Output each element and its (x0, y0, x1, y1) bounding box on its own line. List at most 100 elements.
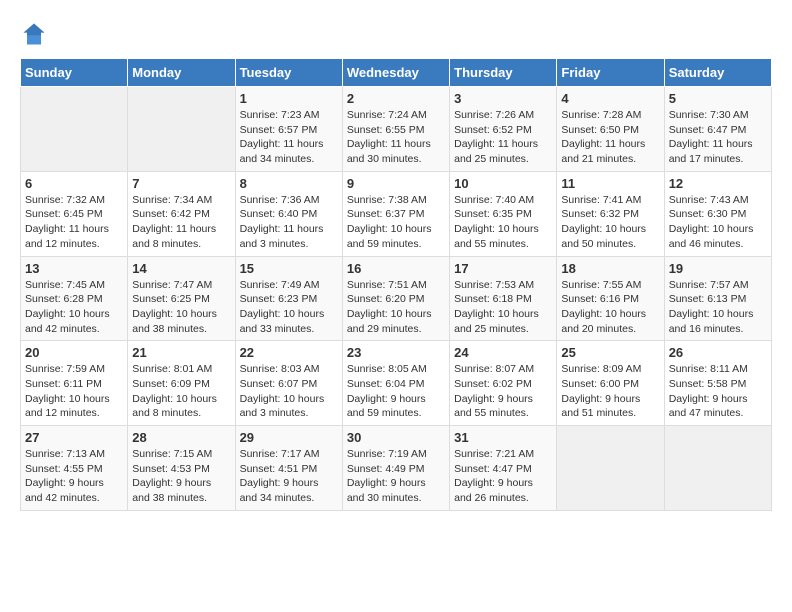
day-cell: 23 Sunrise: 8:05 AM Sunset: 6:04 PM Dayli… (342, 341, 449, 426)
day-cell: 10 Sunrise: 7:40 AM Sunset: 6:35 PM Dayli… (450, 171, 557, 256)
day-cell: 4 Sunrise: 7:28 AM Sunset: 6:50 PM Daylig… (557, 87, 664, 172)
day-cell: 18 Sunrise: 7:55 AM Sunset: 6:16 PM Dayli… (557, 256, 664, 341)
day-info: Sunrise: 8:03 AM Sunset: 6:07 PM Dayligh… (240, 362, 338, 421)
day-number: 3 (454, 91, 552, 106)
day-cell: 20Sunrise: 7:59 AM Sunset: 6:11 PM Dayli… (21, 341, 128, 426)
day-info: Sunrise: 7:38 AM Sunset: 6:37 PM Dayligh… (347, 193, 445, 252)
day-cell (664, 426, 771, 511)
day-info: Sunrise: 8:11 AM Sunset: 5:58 PM Dayligh… (669, 362, 767, 421)
day-info: Sunrise: 7:32 AM Sunset: 6:45 PM Dayligh… (25, 193, 123, 252)
day-cell (557, 426, 664, 511)
day-number: 30 (347, 430, 445, 445)
week-row-3: 13 Sunrise: 7:45 AM Sunset: 6:28 PM Dayli… (21, 256, 772, 341)
day-number: 4 (561, 91, 659, 106)
column-header-saturday: Saturday (664, 59, 771, 87)
day-info: Sunrise: 7:36 AM Sunset: 6:40 PM Dayligh… (240, 193, 338, 252)
day-cell: 21 Sunrise: 8:01 AM Sunset: 6:09 PM Dayli… (128, 341, 235, 426)
day-cell (21, 87, 128, 172)
day-cell: 5Sunrise: 7:30 AM Sunset: 6:47 PM Daylig… (664, 87, 771, 172)
day-cell: 31Sunrise: 7:21 AM Sunset: 4:47 PM Dayli… (450, 426, 557, 511)
day-number: 26 (669, 345, 767, 360)
column-header-tuesday: Tuesday (235, 59, 342, 87)
week-row-1: 1 Sunrise: 7:23 AM Sunset: 6:57 PM Daylig… (21, 87, 772, 172)
day-info: Sunrise: 7:34 AM Sunset: 6:42 PM Dayligh… (132, 193, 230, 252)
day-cell: 13 Sunrise: 7:45 AM Sunset: 6:28 PM Dayli… (21, 256, 128, 341)
logo-icon (20, 20, 48, 48)
day-info: Sunrise: 7:15 AM Sunset: 4:53 PM Dayligh… (132, 447, 230, 506)
day-cell: 16 Sunrise: 7:51 AM Sunset: 6:20 PM Dayli… (342, 256, 449, 341)
week-row-2: 6 Sunrise: 7:32 AM Sunset: 6:45 PM Daylig… (21, 171, 772, 256)
day-number: 21 (132, 345, 230, 360)
day-info: Sunrise: 7:30 AM Sunset: 6:47 PM Dayligh… (669, 108, 767, 167)
day-info: Sunrise: 8:01 AM Sunset: 6:09 PM Dayligh… (132, 362, 230, 421)
day-number: 10 (454, 176, 552, 191)
day-number: 18 (561, 261, 659, 276)
day-cell: 7 Sunrise: 7:34 AM Sunset: 6:42 PM Daylig… (128, 171, 235, 256)
day-cell: 9 Sunrise: 7:38 AM Sunset: 6:37 PM Daylig… (342, 171, 449, 256)
day-cell: 30 Sunrise: 7:19 AM Sunset: 4:49 PM Dayli… (342, 426, 449, 511)
day-cell: 24Sunrise: 8:07 AM Sunset: 6:02 PM Dayli… (450, 341, 557, 426)
day-number: 16 (347, 261, 445, 276)
day-number: 13 (25, 261, 123, 276)
day-info: Sunrise: 8:09 AM Sunset: 6:00 PM Dayligh… (561, 362, 659, 421)
day-number: 27 (25, 430, 123, 445)
day-cell: 6 Sunrise: 7:32 AM Sunset: 6:45 PM Daylig… (21, 171, 128, 256)
day-number: 8 (240, 176, 338, 191)
day-info: Sunrise: 7:23 AM Sunset: 6:57 PM Dayligh… (240, 108, 338, 167)
day-cell: 3Sunrise: 7:26 AM Sunset: 6:52 PM Daylig… (450, 87, 557, 172)
day-info: Sunrise: 7:51 AM Sunset: 6:20 PM Dayligh… (347, 278, 445, 337)
week-row-4: 20Sunrise: 7:59 AM Sunset: 6:11 PM Dayli… (21, 341, 772, 426)
day-cell: 12Sunrise: 7:43 AM Sunset: 6:30 PM Dayli… (664, 171, 771, 256)
day-cell: 8 Sunrise: 7:36 AM Sunset: 6:40 PM Daylig… (235, 171, 342, 256)
day-info: Sunrise: 7:49 AM Sunset: 6:23 PM Dayligh… (240, 278, 338, 337)
column-header-monday: Monday (128, 59, 235, 87)
day-info: Sunrise: 7:19 AM Sunset: 4:49 PM Dayligh… (347, 447, 445, 506)
day-info: Sunrise: 7:24 AM Sunset: 6:55 PM Dayligh… (347, 108, 445, 167)
day-info: Sunrise: 7:47 AM Sunset: 6:25 PM Dayligh… (132, 278, 230, 337)
day-number: 9 (347, 176, 445, 191)
day-cell: 15 Sunrise: 7:49 AM Sunset: 6:23 PM Dayli… (235, 256, 342, 341)
day-number: 6 (25, 176, 123, 191)
day-number: 14 (132, 261, 230, 276)
day-cell: 19 Sunrise: 7:57 AM Sunset: 6:13 PM Dayli… (664, 256, 771, 341)
day-cell: 25 Sunrise: 8:09 AM Sunset: 6:00 PM Dayli… (557, 341, 664, 426)
day-info: Sunrise: 7:55 AM Sunset: 6:16 PM Dayligh… (561, 278, 659, 337)
day-info: Sunrise: 7:57 AM Sunset: 6:13 PM Dayligh… (669, 278, 767, 337)
day-info: Sunrise: 8:05 AM Sunset: 6:04 PM Dayligh… (347, 362, 445, 421)
week-row-5: 27 Sunrise: 7:13 AM Sunset: 4:55 PM Dayli… (21, 426, 772, 511)
day-info: Sunrise: 7:45 AM Sunset: 6:28 PM Dayligh… (25, 278, 123, 337)
calendar-header: SundayMondayTuesdayWednesdayThursdayFrid… (21, 59, 772, 87)
column-header-friday: Friday (557, 59, 664, 87)
day-cell: 17Sunrise: 7:53 AM Sunset: 6:18 PM Dayli… (450, 256, 557, 341)
day-cell: 26 Sunrise: 8:11 AM Sunset: 5:58 PM Dayli… (664, 341, 771, 426)
day-info: Sunrise: 7:13 AM Sunset: 4:55 PM Dayligh… (25, 447, 123, 506)
day-info: Sunrise: 7:21 AM Sunset: 4:47 PM Dayligh… (454, 447, 552, 506)
day-number: 28 (132, 430, 230, 445)
logo (20, 20, 52, 48)
day-number: 29 (240, 430, 338, 445)
day-cell: 11Sunrise: 7:41 AM Sunset: 6:32 PM Dayli… (557, 171, 664, 256)
day-number: 19 (669, 261, 767, 276)
day-info: Sunrise: 7:59 AM Sunset: 6:11 PM Dayligh… (25, 362, 123, 421)
day-number: 22 (240, 345, 338, 360)
column-header-wednesday: Wednesday (342, 59, 449, 87)
day-number: 11 (561, 176, 659, 191)
day-number: 12 (669, 176, 767, 191)
day-number: 7 (132, 176, 230, 191)
day-cell: 29Sunrise: 7:17 AM Sunset: 4:51 PM Dayli… (235, 426, 342, 511)
day-number: 15 (240, 261, 338, 276)
day-info: Sunrise: 7:53 AM Sunset: 6:18 PM Dayligh… (454, 278, 552, 337)
day-number: 23 (347, 345, 445, 360)
column-header-thursday: Thursday (450, 59, 557, 87)
day-cell: 28 Sunrise: 7:15 AM Sunset: 4:53 PM Dayli… (128, 426, 235, 511)
day-cell: 14 Sunrise: 7:47 AM Sunset: 6:25 PM Dayli… (128, 256, 235, 341)
day-number: 25 (561, 345, 659, 360)
day-number: 1 (240, 91, 338, 106)
header-row: SundayMondayTuesdayWednesdayThursdayFrid… (21, 59, 772, 87)
column-header-sunday: Sunday (21, 59, 128, 87)
calendar-table: SundayMondayTuesdayWednesdayThursdayFrid… (20, 58, 772, 511)
day-info: Sunrise: 8:07 AM Sunset: 6:02 PM Dayligh… (454, 362, 552, 421)
day-cell (128, 87, 235, 172)
day-info: Sunrise: 7:28 AM Sunset: 6:50 PM Dayligh… (561, 108, 659, 167)
day-info: Sunrise: 7:40 AM Sunset: 6:35 PM Dayligh… (454, 193, 552, 252)
